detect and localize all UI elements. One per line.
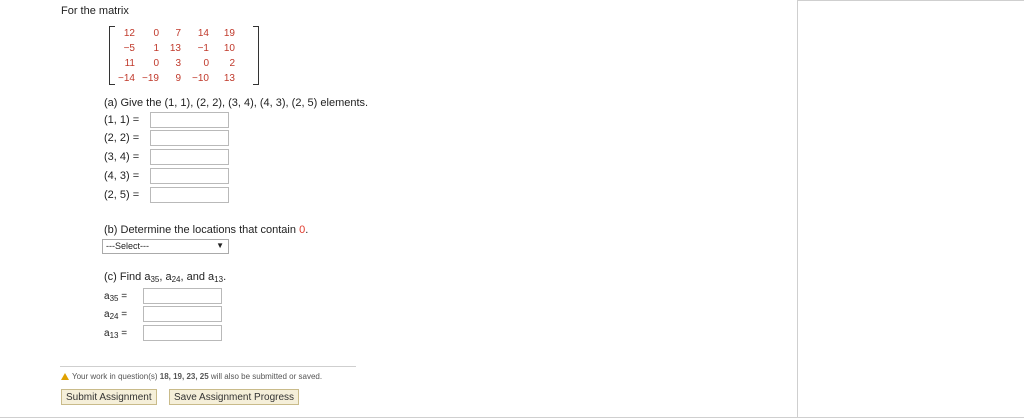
save-progress-button[interactable]: Save Assignment Progress [169,389,300,405]
part-c-sep: , and a [180,271,215,283]
matrix-cell: 0 [203,58,209,69]
intro-text: For the matrix [61,5,129,17]
answer-label: (2, 2) = [104,132,140,144]
c-label: a13 = [104,328,127,340]
subscript: 13 [109,331,119,340]
matrix-cell: −14 [118,73,135,84]
matrix-cell: 13 [223,73,235,84]
answer-input-2-5[interactable] [150,187,229,203]
part-a-prompt: (a) Give the (1, 1), (2, 2), (3, 4), (4,… [104,97,369,109]
matrix-cell: 13 [169,43,181,54]
subscript: 24 [109,312,119,321]
answer-label: (1, 1) = [104,114,140,126]
matrix-cell: 9 [175,73,181,84]
matrix-cell: −5 [123,43,135,54]
part-c-sep: , a [159,271,172,283]
part-b-period: . [305,224,309,236]
matrix-cell: 3 [175,58,181,69]
c-eq: = [121,291,128,302]
matrix: 12 0 7 14 19 −5 1 13 −1 10 11 0 3 0 2 −14 −19 9 −10 13 [109,26,259,86]
matrix-cell: 2 [229,58,235,69]
notice-text-end: will also be submitted or saved. [208,372,323,381]
answer-label: (3, 4) = [104,151,140,163]
answer-input-2-2[interactable] [150,130,229,146]
subscript: 13 [214,275,224,284]
matrix-cell: 11 [124,58,135,69]
right-panel-frame [797,0,1024,418]
matrix-cell: 12 [123,28,135,39]
subscript: 35 [109,294,119,303]
notice-text: Your work in question(s) [72,372,160,381]
submit-assignment-button[interactable]: Submit Assignment [61,389,157,405]
save-notice: Your work in question(s) 18, 19, 23, 25 … [61,372,322,381]
notice-questions: 18, 19, 23, 25 [159,372,209,381]
answer-label: (4, 3) = [104,170,140,182]
answer-input-a24[interactable] [143,306,222,322]
part-b-prompt: (b) Determine the locations that contain… [104,224,308,236]
answer-input-4-3[interactable] [150,168,229,184]
matrix-cell: 7 [175,28,181,39]
matrix-cell: 19 [223,28,235,39]
bottom-border [0,417,1024,418]
divider [60,366,356,367]
matrix-cell: −1 [197,43,209,54]
locations-select[interactable]: ---Select--- ▼ [102,239,229,254]
answer-input-a35[interactable] [143,288,222,304]
c-label: a35 = [104,291,127,303]
dropdown-caret-icon: ▼ [216,241,224,250]
answer-label: (2, 5) = [104,189,140,201]
part-c-prompt: (c) Find a35, a24, and a13. [104,271,226,284]
answer-input-a13[interactable] [143,325,222,341]
subscript: 24 [171,275,181,284]
select-value: ---Select--- [106,241,149,251]
c-eq: = [121,328,128,339]
matrix-cell: −10 [192,73,209,84]
c-eq: = [121,309,128,320]
part-c-period: . [223,271,227,283]
answer-input-1-1[interactable] [150,112,229,128]
part-c-text: (c) Find a [104,271,151,283]
warning-icon [61,373,69,380]
part-b-text: (b) Determine the locations that contain [104,224,296,236]
c-label: a24 = [104,309,127,321]
matrix-cell: 14 [197,28,209,39]
matrix-right-bracket [253,26,259,85]
matrix-cell: 10 [223,43,235,54]
answer-input-3-4[interactable] [150,149,229,165]
